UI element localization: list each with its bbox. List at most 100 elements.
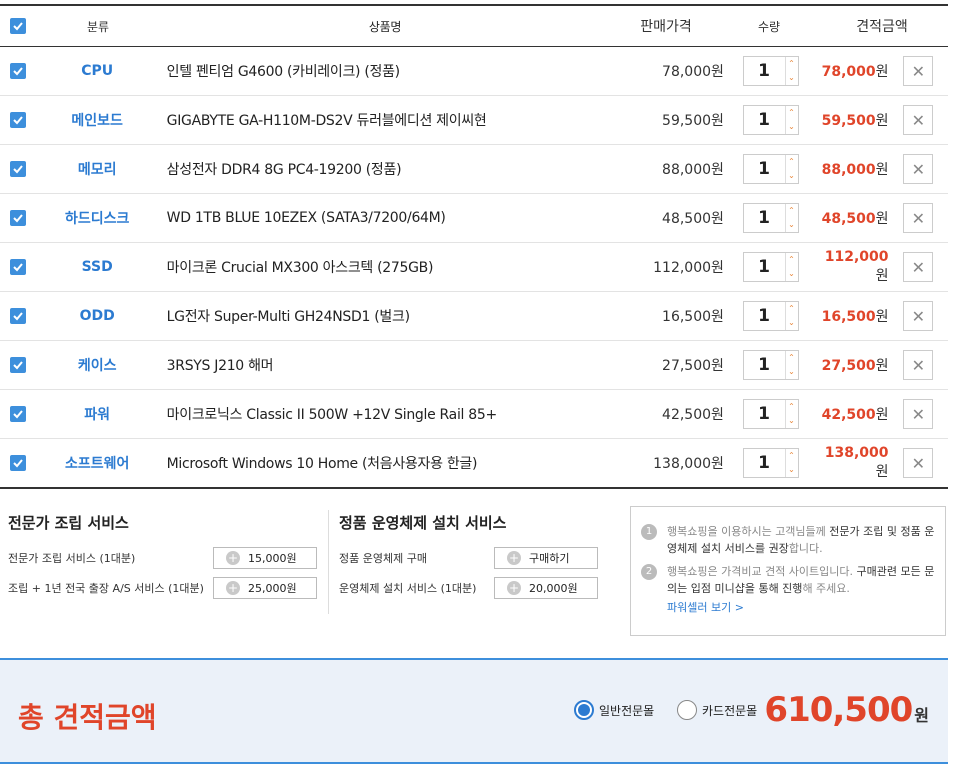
quantity-value[interactable]: 1 bbox=[744, 404, 785, 424]
row-product-name[interactable]: WD 1TB BLUE 10EZEX (SATA3/7200/64M) bbox=[159, 210, 613, 226]
row-product-name[interactable]: 삼성전자 DDR4 8G PC4-19200 (정품) bbox=[159, 159, 613, 179]
os-title: 정품 운영체제 설치 서비스 bbox=[339, 514, 507, 532]
quantity-stepper[interactable]: 1 ⌃ ⌄ bbox=[742, 154, 799, 184]
select-all-checkbox[interactable] bbox=[10, 18, 26, 34]
table-row: 케이스 3RSYS J210 해머 27,500원 1 ⌃ ⌄ 27,500원 ✕ bbox=[0, 341, 948, 390]
chevron-up-icon[interactable]: ⌃ bbox=[786, 253, 798, 267]
row-price: 48,500원 bbox=[662, 211, 724, 227]
row-product-name[interactable]: 마이크로닉스 Classic II 500W +12V Single Rail … bbox=[159, 404, 613, 424]
row-checkbox[interactable] bbox=[9, 259, 26, 275]
row-product-name[interactable]: 인텔 펜티엄 G4600 (카비레이크) (정품) bbox=[159, 61, 613, 81]
quantity-stepper[interactable]: 1 ⌃ ⌄ bbox=[742, 301, 799, 331]
chevron-down-icon[interactable]: ⌄ bbox=[786, 120, 798, 134]
row-product-name[interactable]: 마이크론 Crucial MX300 아스크텍 (275GB) bbox=[159, 257, 613, 277]
close-icon: ✕ bbox=[911, 404, 925, 424]
quantity-value[interactable]: 1 bbox=[744, 159, 785, 179]
quantity-value[interactable]: 1 bbox=[744, 306, 785, 326]
chevron-up-icon[interactable]: ⌃ bbox=[786, 351, 798, 365]
radio-card-mall[interactable]: 카드전문몰 bbox=[677, 700, 757, 720]
row-checkbox[interactable] bbox=[9, 112, 26, 128]
delete-row-button[interactable]: ✕ bbox=[903, 203, 934, 233]
quantity-value[interactable]: 1 bbox=[744, 453, 785, 473]
chevron-down-icon[interactable]: ⌄ bbox=[786, 71, 798, 85]
row-category[interactable]: 소프트웨어 bbox=[36, 453, 159, 473]
chevron-up-icon[interactable]: ⌃ bbox=[786, 302, 798, 316]
quantity-value[interactable]: 1 bbox=[744, 208, 785, 228]
number-1-icon: 1 bbox=[641, 524, 657, 540]
row-product-name[interactable]: Microsoft Windows 10 Home (처음사용자용 한글) bbox=[159, 453, 613, 473]
assembly-as-add-button[interactable]: +25,000원 bbox=[213, 577, 317, 599]
row-total: 48,500원 bbox=[821, 211, 889, 227]
delete-row-button[interactable]: ✕ bbox=[903, 399, 934, 429]
row-category[interactable]: 메인보드 bbox=[36, 110, 159, 130]
row-total: 27,500원 bbox=[821, 358, 889, 374]
assembly-add-button[interactable]: +15,000원 bbox=[213, 547, 317, 569]
quantity-value[interactable]: 1 bbox=[744, 257, 785, 277]
table-row: 파워 마이크로닉스 Classic II 500W +12V Single Rai… bbox=[0, 390, 948, 439]
os-service: 정품 운영체제 설치 서비스 정품 운영체제 구매 + 구매하기 운영체제 설치 … bbox=[339, 512, 609, 603]
row-category[interactable]: 케이스 bbox=[36, 355, 159, 375]
row-total: 42,500원 bbox=[821, 407, 889, 423]
row-checkbox[interactable] bbox=[9, 308, 26, 324]
os-line-2-label: 운영체제 설치 서비스 (1대분) bbox=[339, 582, 477, 595]
delete-row-button[interactable]: ✕ bbox=[903, 448, 934, 478]
chevron-down-icon[interactable]: ⌄ bbox=[786, 267, 798, 281]
quantity-stepper[interactable]: 1 ⌃ ⌄ bbox=[742, 399, 799, 429]
row-category[interactable]: CPU bbox=[36, 63, 159, 79]
plus-icon: + bbox=[507, 581, 521, 595]
quantity-value[interactable]: 1 bbox=[744, 355, 785, 375]
quantity-stepper[interactable]: 1 ⌃ ⌄ bbox=[742, 448, 799, 478]
quantity-stepper[interactable]: 1 ⌃ ⌄ bbox=[742, 203, 799, 233]
quantity-value[interactable]: 1 bbox=[744, 110, 785, 130]
row-checkbox[interactable] bbox=[9, 406, 26, 422]
quantity-stepper[interactable]: 1 ⌃ ⌄ bbox=[742, 105, 799, 135]
row-category[interactable]: SSD bbox=[36, 259, 159, 275]
chevron-up-icon[interactable]: ⌃ bbox=[786, 57, 798, 71]
quantity-stepper[interactable]: 1 ⌃ ⌄ bbox=[742, 252, 799, 282]
row-checkbox[interactable] bbox=[9, 161, 26, 177]
row-category[interactable]: 하드디스크 bbox=[36, 208, 159, 228]
row-category[interactable]: 파워 bbox=[36, 404, 159, 424]
row-category[interactable]: 메모리 bbox=[36, 159, 159, 179]
close-icon: ✕ bbox=[911, 110, 925, 130]
row-product-name[interactable]: 3RSYS J210 해머 bbox=[159, 355, 613, 375]
os-buy-button[interactable]: + 구매하기 bbox=[494, 547, 598, 569]
os-install-add-button[interactable]: +20,000원 bbox=[494, 577, 598, 599]
quantity-stepper[interactable]: 1 ⌃ ⌄ bbox=[742, 350, 799, 380]
close-icon: ✕ bbox=[911, 355, 925, 375]
chevron-down-icon[interactable]: ⌄ bbox=[786, 218, 798, 232]
delete-row-button[interactable]: ✕ bbox=[903, 252, 934, 282]
chevron-up-icon[interactable]: ⌃ bbox=[786, 449, 798, 463]
row-product-name[interactable]: GIGABYTE GA-H110M-DS2V 듀러블에디션 제이씨현 bbox=[159, 110, 613, 130]
chevron-down-icon[interactable]: ⌄ bbox=[786, 463, 798, 477]
row-total: 138,000원 bbox=[824, 445, 889, 480]
row-checkbox[interactable] bbox=[9, 63, 26, 79]
table-row: CPU 인텔 펜티엄 G4600 (카비레이크) (정품) 78,000원 1 ⌃ ⌄ 78… bbox=[0, 47, 948, 96]
row-category[interactable]: ODD bbox=[36, 308, 159, 324]
delete-row-button[interactable]: ✕ bbox=[903, 154, 934, 184]
delete-row-button[interactable]: ✕ bbox=[903, 301, 934, 331]
chevron-down-icon[interactable]: ⌄ bbox=[786, 365, 798, 379]
table-row: 하드디스크 WD 1TB BLUE 10EZEX (SATA3/7200/64M)… bbox=[0, 194, 948, 243]
quantity-stepper[interactable]: 1 ⌃ ⌄ bbox=[742, 56, 799, 86]
chevron-down-icon[interactable]: ⌄ bbox=[786, 316, 798, 330]
total-label: 총 견적금액 bbox=[18, 701, 157, 734]
chevron-down-icon[interactable]: ⌄ bbox=[786, 169, 798, 183]
row-checkbox[interactable] bbox=[9, 357, 26, 373]
row-checkbox[interactable] bbox=[9, 210, 26, 226]
power-seller-link[interactable]: 파워셀러 보기 > bbox=[667, 599, 937, 616]
delete-row-button[interactable]: ✕ bbox=[903, 56, 934, 86]
quantity-value[interactable]: 1 bbox=[744, 61, 785, 81]
delete-row-button[interactable]: ✕ bbox=[903, 105, 934, 135]
row-price: 59,500원 bbox=[662, 113, 724, 129]
chevron-up-icon[interactable]: ⌃ bbox=[786, 155, 798, 169]
row-product-name[interactable]: LG전자 Super-Multi GH24NSD1 (벌크) bbox=[159, 306, 613, 326]
chevron-up-icon[interactable]: ⌃ bbox=[786, 400, 798, 414]
delete-row-button[interactable]: ✕ bbox=[903, 350, 934, 380]
radio-general-mall[interactable]: 일반전문몰 bbox=[574, 700, 654, 720]
chevron-down-icon[interactable]: ⌄ bbox=[786, 414, 798, 428]
chevron-up-icon[interactable]: ⌃ bbox=[786, 204, 798, 218]
chevron-up-icon[interactable]: ⌃ bbox=[786, 106, 798, 120]
notice-box: 1 행복쇼핑을 이용하시는 고객님들께 전문가 조립 및 정품 운영체제 설치 … bbox=[630, 506, 946, 636]
row-checkbox[interactable] bbox=[9, 455, 26, 471]
